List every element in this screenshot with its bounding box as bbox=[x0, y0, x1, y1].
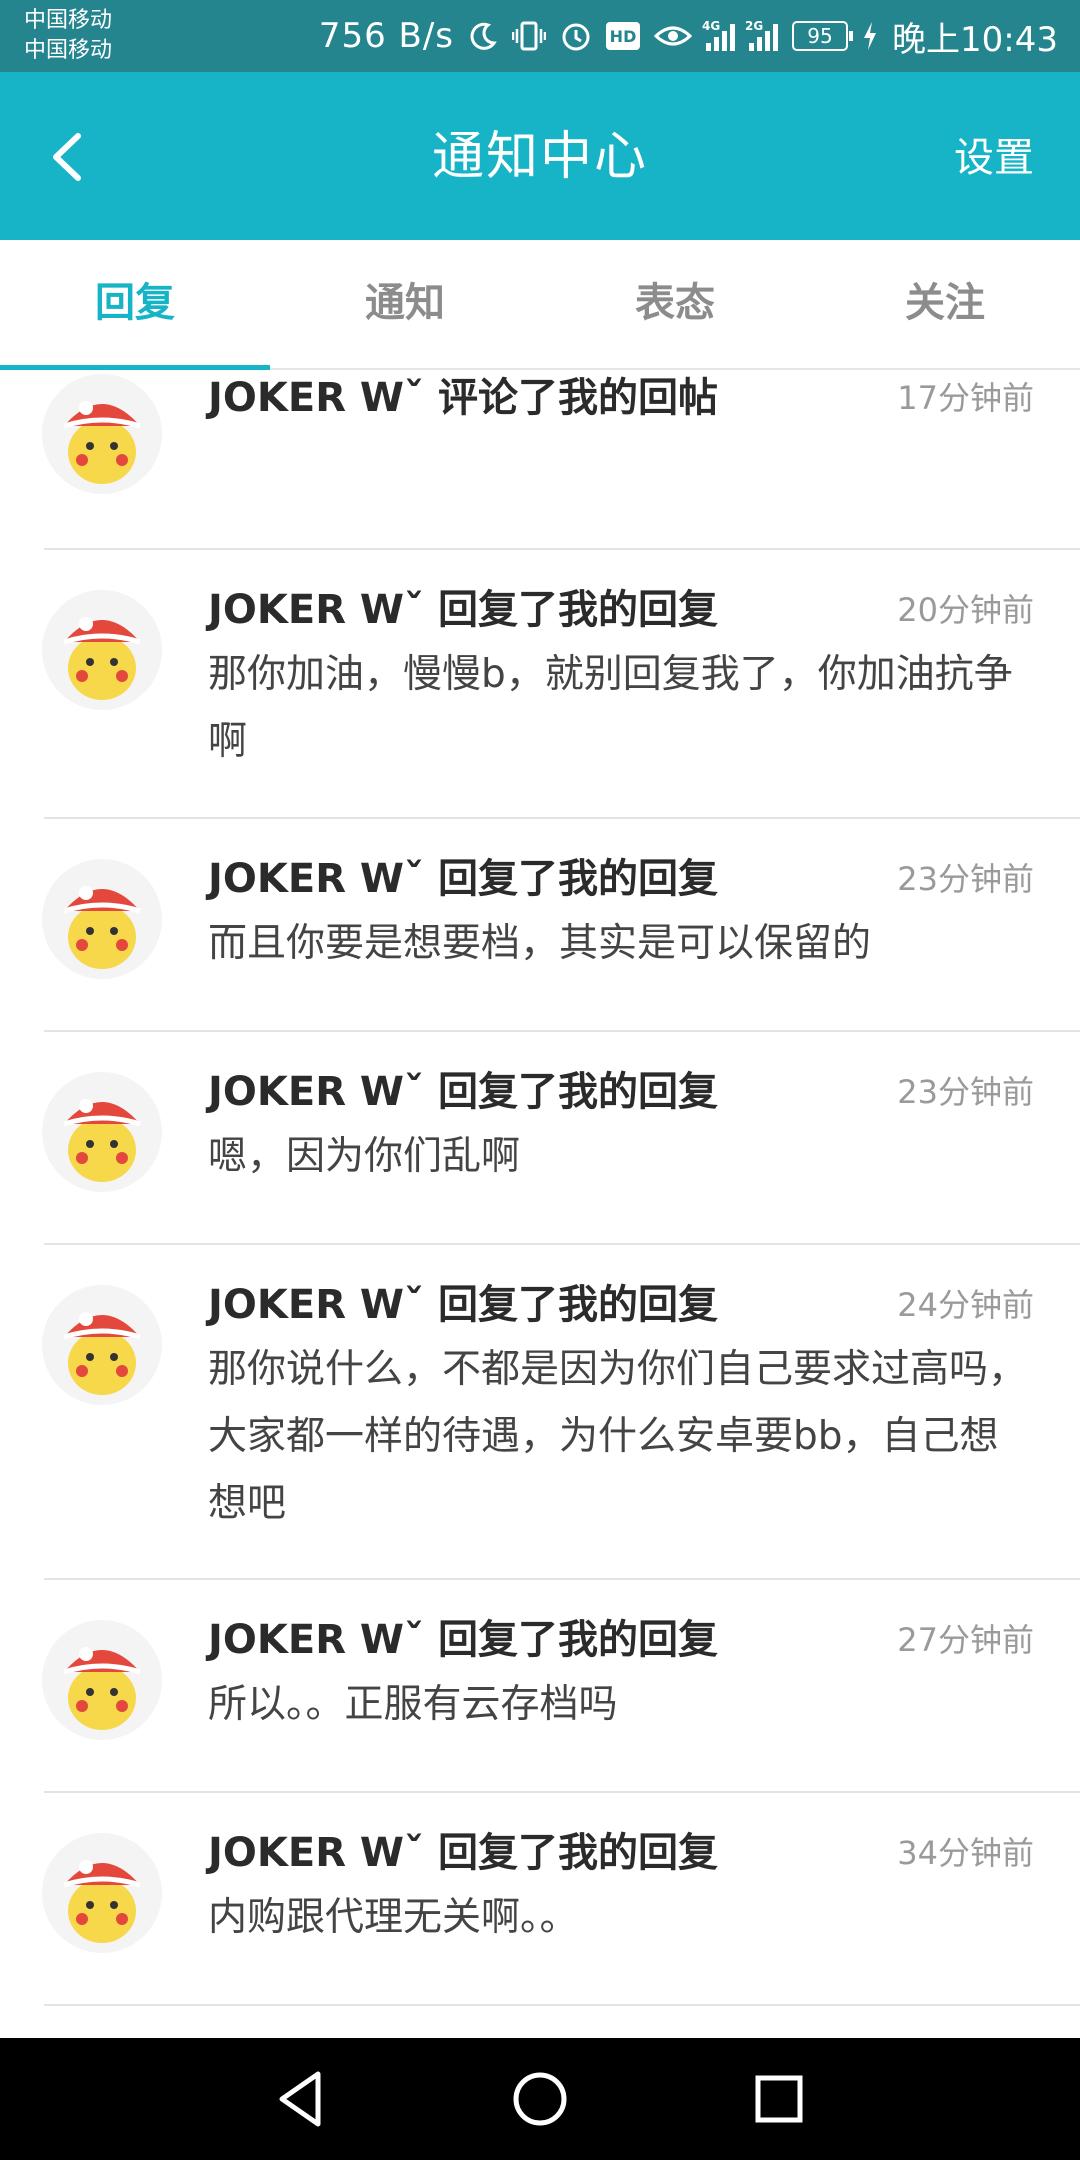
avatar[interactable] bbox=[42, 1620, 162, 1740]
recents-square-icon bbox=[755, 2075, 803, 2123]
back-triangle-icon bbox=[279, 2071, 321, 2127]
item-content: 而且你要是想要档，其实是可以保留的 bbox=[208, 921, 872, 966]
item-header: JOKER Wˇ 回复了我的回复 27分钟前 bbox=[208, 1610, 1034, 1670]
item-header: JOKER Wˇ 回复了我的回复 23分钟前 bbox=[208, 1062, 1034, 1122]
list-item[interactable]: JOKER Wˇ 回复了我的回复 20分钟前 那你加油，慢慢b，就别回复我了，你… bbox=[0, 550, 1080, 819]
tab-follows[interactable]: 关注 bbox=[810, 240, 1080, 368]
item-content: 那你说什么，不都是因为你们自己要求过高吗，大家都一样的待遇，为什么安卓要bb，自… bbox=[208, 1347, 1028, 1526]
network-type-1: 4G bbox=[702, 19, 721, 33]
list-item[interactable]: JOKER Wˇ 回复了我的回复 23分钟前 而且你要是想要档，其实是可以保留的 bbox=[0, 819, 1080, 1032]
item-header: JOKER Wˇ 评论了我的回帖 17分钟前 bbox=[208, 372, 1034, 428]
carrier-info: 中国移动 中国移动 bbox=[24, 6, 112, 66]
item-title: JOKER Wˇ 回复了我的回复 bbox=[208, 1069, 718, 1115]
item-time: 17分钟前 bbox=[897, 379, 1034, 417]
tab-replies[interactable]: 回复 bbox=[0, 240, 270, 370]
battery-icon: 95 bbox=[792, 21, 854, 51]
network-speed: 756 B/s bbox=[318, 16, 455, 56]
item-header: JOKER Wˇ 回复了我的回复 20分钟前 bbox=[208, 580, 1034, 640]
list-item[interactable]: JOKER Wˇ 回复了我的回复 24分钟前 那你说什么，不都是因为你们自己要求… bbox=[0, 1245, 1080, 1580]
item-header: JOKER Wˇ 回复了我的回复 24分钟前 bbox=[208, 1275, 1034, 1335]
item-title: JOKER Wˇ 评论了我的回帖 bbox=[208, 375, 718, 421]
item-title: JOKER Wˇ 回复了我的回复 bbox=[208, 587, 718, 633]
tab-bar: 回复 通知 表态 关注 bbox=[0, 240, 1080, 370]
page-title: 通知中心 bbox=[431, 127, 648, 187]
item-title: JOKER Wˇ 回复了我的回复 bbox=[208, 856, 718, 902]
item-content: 嗯，因为你们乱啊 bbox=[208, 1134, 521, 1179]
alarm-icon bbox=[560, 20, 592, 52]
list-item[interactable]: JOKER Wˇ 评论了我的回帖 17分钟前 bbox=[0, 372, 1080, 550]
carrier-2: 中国移动 bbox=[24, 38, 113, 63]
nav-back-button[interactable] bbox=[266, 2064, 336, 2134]
tab-notifications[interactable]: 通知 bbox=[270, 240, 540, 368]
home-circle-icon bbox=[513, 2072, 567, 2126]
item-time: 27分钟前 bbox=[897, 1621, 1034, 1659]
vibrate-icon bbox=[512, 20, 547, 52]
item-title: JOKER Wˇ 回复了我的回复 bbox=[208, 1282, 718, 1328]
item-content: 那你加油，慢慢b，就别回复我了，你加油抗争啊 bbox=[208, 652, 1013, 764]
item-time: 20分钟前 bbox=[897, 591, 1034, 629]
carrier-1: 中国移动 bbox=[24, 8, 113, 33]
charging-icon bbox=[862, 21, 878, 51]
nav-recents-button[interactable] bbox=[744, 2064, 814, 2134]
hd-badge: HD bbox=[606, 22, 641, 50]
item-header: JOKER Wˇ 回复了我的回复 34分钟前 bbox=[208, 1823, 1034, 1883]
moon-icon bbox=[468, 21, 498, 51]
battery-level: 95 bbox=[807, 24, 833, 48]
network-type-2: 2G bbox=[745, 19, 764, 33]
signal-4g-icon: 4G bbox=[702, 19, 736, 51]
list-item[interactable]: JOKER Wˇ 回复了我的回复 27分钟前 所以。。正服有云存档吗 bbox=[0, 1580, 1080, 1793]
tab-reactions[interactable]: 表态 bbox=[540, 240, 810, 368]
item-header: JOKER Wˇ 回复了我的回复 23分钟前 bbox=[208, 849, 1034, 909]
clock: 晚上10:43 bbox=[892, 19, 1058, 60]
eye-icon bbox=[654, 22, 693, 50]
avatar[interactable] bbox=[42, 374, 162, 494]
list-item[interactable]: JOKER Wˇ 回复了我的回复 23分钟前 嗯，因为你们乱啊 bbox=[0, 1032, 1080, 1245]
item-content: 所以。。正服有云存档吗 bbox=[208, 1682, 618, 1727]
status-bar: 中国移动 中国移动 756 B/s HD 4G 2G 95 晚上10:43 bbox=[0, 0, 1080, 72]
signal-2g-icon: 2G bbox=[745, 19, 779, 51]
app-header: 通知中心 设置 bbox=[0, 72, 1080, 240]
system-nav-bar bbox=[0, 2038, 1080, 2160]
item-content: 内购跟代理无关啊。。 bbox=[208, 1895, 579, 1940]
avatar[interactable] bbox=[42, 1833, 162, 1953]
item-time: 23分钟前 bbox=[897, 860, 1034, 898]
avatar[interactable] bbox=[42, 1072, 162, 1192]
item-time: 34分钟前 bbox=[897, 1834, 1034, 1872]
avatar[interactable] bbox=[42, 590, 162, 710]
item-title: JOKER Wˇ 回复了我的回复 bbox=[208, 1830, 718, 1876]
settings-button[interactable]: 设置 bbox=[954, 128, 1034, 188]
avatar[interactable] bbox=[42, 859, 162, 979]
status-icons: 756 B/s HD 4G 2G 95 晚上10:43 bbox=[319, 0, 1058, 72]
nav-home-button[interactable] bbox=[505, 2064, 575, 2134]
avatar[interactable] bbox=[42, 1285, 162, 1405]
item-time: 24分钟前 bbox=[897, 1286, 1034, 1324]
list-item[interactable]: JOKER Wˇ 回复了我的回复 34分钟前 内购跟代理无关啊。。 bbox=[0, 1793, 1080, 2006]
item-time: 23分钟前 bbox=[897, 1073, 1034, 1111]
item-title: JOKER Wˇ 回复了我的回复 bbox=[208, 1617, 718, 1663]
notification-list: JOKER Wˇ 评论了我的回帖 17分钟前 JOKER Wˇ 回复了我的回复 … bbox=[0, 372, 1080, 2038]
